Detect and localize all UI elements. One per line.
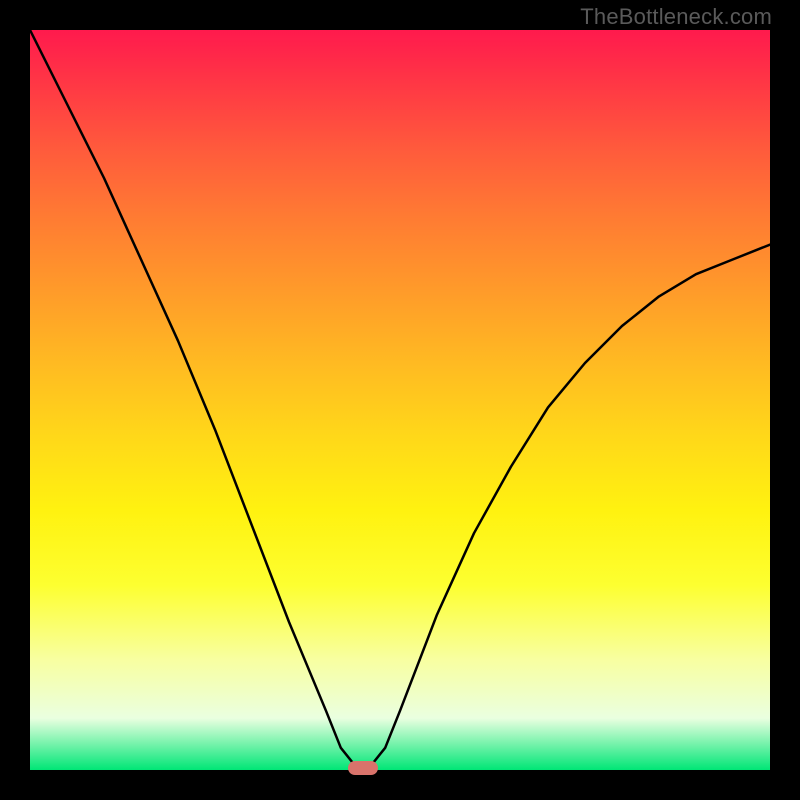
watermark-text: TheBottleneck.com [580, 4, 772, 30]
optimal-marker [348, 761, 378, 775]
plot-area [30, 30, 770, 770]
bottleneck-curve [30, 30, 770, 770]
chart-frame: TheBottleneck.com [0, 0, 800, 800]
